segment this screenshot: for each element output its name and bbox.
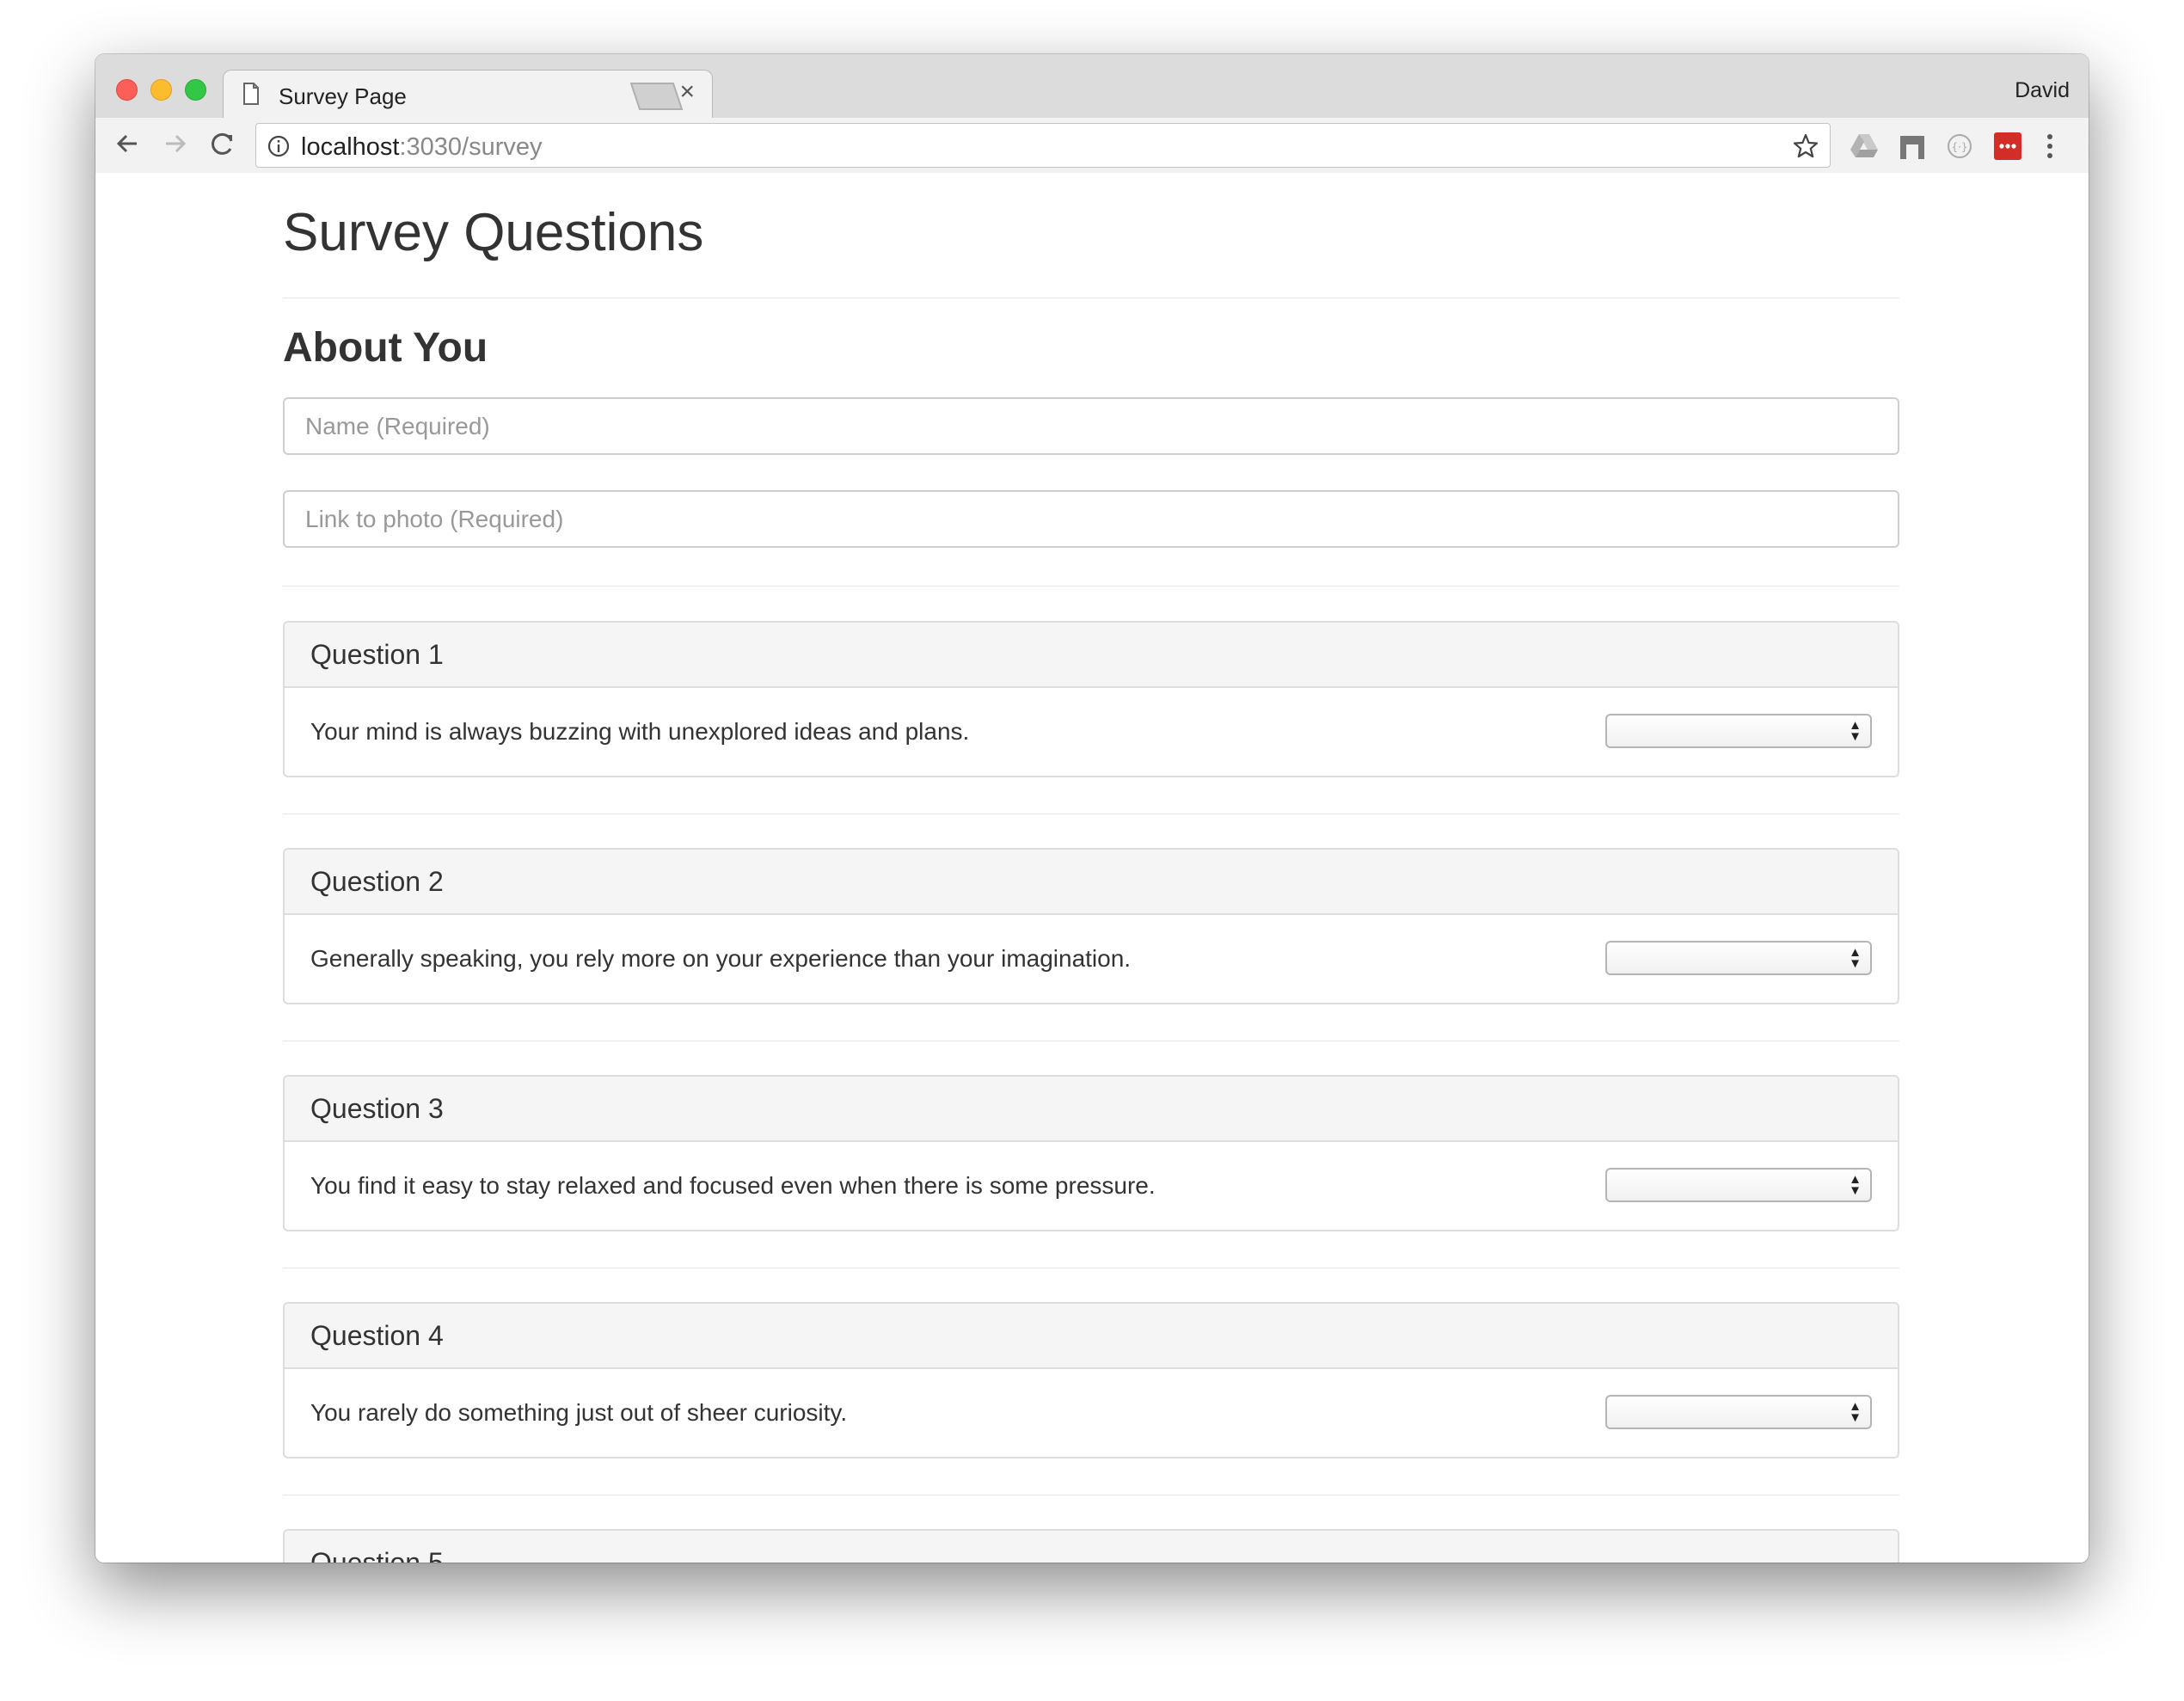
question-text: Your mind is always buzzing with unexplo… bbox=[310, 718, 970, 745]
forward-arrow-icon[interactable] bbox=[157, 126, 192, 165]
question-body: You find it easy to stay relaxed and foc… bbox=[285, 1142, 1898, 1230]
svg-text:{·}: {·} bbox=[1951, 141, 1967, 153]
answer-select[interactable]: ▲ ▼ bbox=[1605, 1395, 1872, 1429]
question-body: You rarely do something just out of shee… bbox=[285, 1369, 1898, 1457]
question-panel: Question 5 bbox=[283, 1529, 1899, 1563]
about-you-heading: About You bbox=[283, 325, 488, 371]
question-body: Generally speaking, you rely more on you… bbox=[285, 915, 1898, 1003]
question-panel: Question 1 Your mind is always buzzing w… bbox=[283, 621, 1899, 777]
question-panel: Question 3 You find it easy to stay rela… bbox=[283, 1075, 1899, 1231]
star-icon[interactable] bbox=[1792, 132, 1819, 164]
url-text: localhost:3030/survey bbox=[301, 133, 543, 162]
tab-strip: Survey Page × David bbox=[95, 54, 2089, 119]
window-close-button[interactable] bbox=[116, 79, 138, 101]
answer-select[interactable]: ▲ ▼ bbox=[1605, 714, 1872, 748]
question-text: You find it easy to stay relaxed and foc… bbox=[310, 1172, 1156, 1199]
extension-icon[interactable] bbox=[1898, 132, 1927, 164]
question-text: Generally speaking, you rely more on you… bbox=[310, 945, 1132, 972]
question-panel: Question 4 You rarely do something just … bbox=[283, 1302, 1899, 1458]
reload-icon[interactable] bbox=[206, 126, 240, 165]
page-viewport: Survey Questions About You Question 1 Yo… bbox=[95, 173, 2089, 1563]
new-tab-button[interactable] bbox=[629, 83, 684, 110]
question-heading: Question 4 bbox=[285, 1304, 1898, 1369]
question-panel: Question 2 Generally speaking, you rely … bbox=[283, 848, 1899, 1004]
tab-title: Survey Page bbox=[279, 83, 407, 109]
back-arrow-icon[interactable] bbox=[111, 126, 145, 165]
select-arrows-icon: ▲ ▼ bbox=[1849, 945, 1862, 971]
question-heading: Question 1 bbox=[285, 623, 1898, 688]
question-heading: Question 5 bbox=[285, 1531, 1898, 1563]
profile-name[interactable]: David bbox=[2015, 78, 2070, 103]
page-title: Survey Questions bbox=[283, 203, 704, 262]
photo-link-input[interactable] bbox=[283, 490, 1899, 548]
extension-circle-icon[interactable]: {·} bbox=[1946, 132, 1973, 164]
lastpass-icon[interactable] bbox=[1994, 132, 2021, 164]
question-heading: Question 3 bbox=[285, 1077, 1898, 1142]
address-bar[interactable]: localhost:3030/survey bbox=[255, 123, 1831, 168]
answer-select[interactable]: ▲ ▼ bbox=[1605, 1168, 1872, 1202]
url-host: localhost bbox=[301, 133, 400, 161]
google-drive-icon[interactable] bbox=[1850, 132, 1879, 163]
select-arrows-icon: ▲ ▼ bbox=[1849, 1399, 1862, 1425]
question-body: Your mind is always buzzing with unexplo… bbox=[285, 688, 1898, 776]
info-icon[interactable] bbox=[267, 134, 291, 163]
select-arrows-icon: ▲ ▼ bbox=[1849, 1172, 1862, 1198]
window-zoom-button[interactable] bbox=[185, 79, 206, 101]
question-text: You rarely do something just out of shee… bbox=[310, 1399, 848, 1426]
select-arrows-icon: ▲ ▼ bbox=[1849, 718, 1862, 744]
more-vertical-icon[interactable] bbox=[2044, 132, 2056, 164]
url-path: :3030/survey bbox=[399, 133, 543, 161]
document-icon bbox=[242, 83, 260, 109]
question-heading: Question 2 bbox=[285, 850, 1898, 915]
browser-window: Survey Page × David localhost:3030/surve… bbox=[95, 54, 2089, 1563]
answer-select[interactable]: ▲ ▼ bbox=[1605, 941, 1872, 975]
window-minimize-button[interactable] bbox=[150, 79, 172, 101]
name-input[interactable] bbox=[283, 397, 1899, 455]
